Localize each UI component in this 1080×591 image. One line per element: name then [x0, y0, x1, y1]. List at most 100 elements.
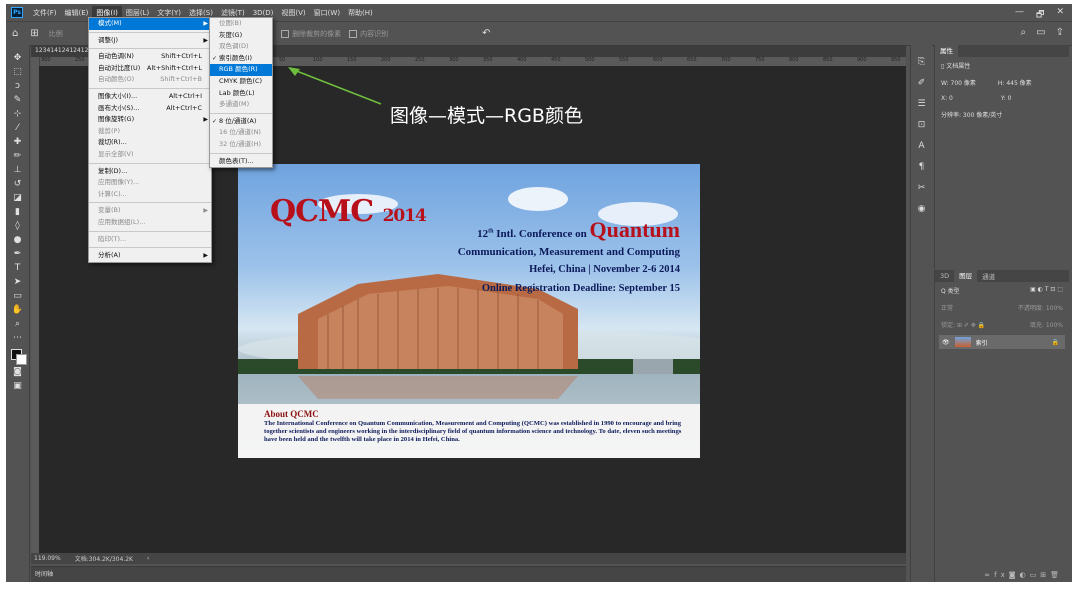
mode-menu-item[interactable]: CMYK 颜色(C): [210, 76, 272, 88]
timeline-tab[interactable]: 时间轴: [31, 566, 906, 582]
tab-channels[interactable]: 通道: [977, 271, 1000, 281]
shape-tool-icon[interactable]: ▭: [13, 291, 22, 301]
more-tools-icon[interactable]: ⋯: [13, 333, 22, 343]
image-menu-item[interactable]: 自动对比度(U) Alt+Shift+Ctrl+L: [89, 63, 211, 75]
app-logo-icon[interactable]: Ps: [11, 7, 23, 18]
layer-kind-filter[interactable]: Q 类型: [941, 286, 960, 295]
quick-select-tool-icon[interactable]: ✎: [14, 95, 22, 105]
dodge-tool-icon[interactable]: ●: [14, 235, 22, 245]
libraries-panel-icon[interactable]: ◉: [918, 204, 926, 214]
image-menu-item[interactable]: 自动色调(N) Shift+Ctrl+L: [89, 51, 211, 63]
image-menu-item[interactable]: 变量(B) ▶: [89, 205, 211, 217]
adjust-panel-icon[interactable]: ☰: [917, 99, 925, 109]
image-menu-item[interactable]: 计算(C)...: [89, 189, 211, 201]
healing-tool-icon[interactable]: ✚: [14, 137, 22, 147]
mode-menu-item[interactable]: ✓ 索引颜色(I): [210, 53, 272, 65]
menu-help[interactable]: 帮助(H): [344, 6, 377, 20]
mode-menu-item[interactable]: 颜色表(T)...: [210, 156, 272, 168]
search-icon[interactable]: ⌕: [1021, 27, 1027, 38]
content-aware-checkbox[interactable]: 内容识别: [349, 29, 388, 39]
move-tool-icon[interactable]: ✥: [14, 53, 22, 63]
image-menu-item[interactable]: 自动颜色(O) Shift+Ctrl+B: [89, 74, 211, 86]
blend-mode-select[interactable]: 正常: [941, 303, 953, 312]
mode-menu-item[interactable]: 位图(B): [210, 18, 272, 30]
y-value[interactable]: Y: 0: [1001, 95, 1012, 102]
tab-3d[interactable]: 3D: [935, 272, 954, 280]
menu-window[interactable]: 窗口(W): [310, 6, 344, 20]
image-menu-item[interactable]: 应用图像(Y)...: [89, 177, 211, 189]
menu-item-label: 调整(J): [98, 35, 118, 44]
scale-dropdown[interactable]: 比例: [49, 29, 63, 39]
height-value[interactable]: H: 445 像素: [998, 78, 1032, 87]
gradient-tool-icon[interactable]: ▮: [15, 207, 20, 217]
layer-row[interactable]: 👁 索引 🔒: [939, 335, 1065, 349]
pen-tool-icon[interactable]: ✒: [14, 249, 22, 259]
mode-menu-item[interactable]: 灰度(G): [210, 30, 272, 42]
image-menu-item[interactable]: 显示全部(V): [89, 149, 211, 161]
image-menu-item[interactable]: 裁剪(P): [89, 126, 211, 138]
panel-icon-strip: ⎘ ✐ ☰ ⊡ A ¶ ✂ ◉: [910, 45, 932, 582]
opacity-field[interactable]: 不透明度: 100%: [1018, 303, 1063, 312]
visibility-icon[interactable]: 👁: [942, 339, 950, 346]
hand-tool-icon[interactable]: ✋: [12, 305, 23, 315]
reset-icon[interactable]: ↶: [482, 28, 490, 39]
tab-properties[interactable]: 属性: [935, 45, 958, 57]
marquee-tool-icon[interactable]: ⬚: [13, 67, 22, 77]
paragraph-panel-icon[interactable]: ¶: [919, 162, 925, 172]
image-menu-item[interactable]: 陷印(T)...: [89, 234, 211, 246]
mode-menu-item[interactable]: 16 位/通道(N): [210, 127, 272, 139]
history-panel-icon[interactable]: ⎘: [918, 57, 925, 67]
delete-cropped-checkbox[interactable]: 删除裁剪的像素: [281, 29, 341, 39]
mode-menu-item[interactable]: 多通道(M): [210, 99, 272, 111]
zoom-level[interactable]: 119.09%: [34, 555, 61, 562]
image-menu-item[interactable]: 图像旋转(G) ▶: [89, 114, 211, 126]
type-tool-icon[interactable]: T: [15, 263, 21, 273]
tab-layers[interactable]: 图层: [954, 270, 978, 282]
path-select-icon[interactable]: ➤: [14, 277, 22, 287]
image-menu-item[interactable]: 模式(M) ▶: [89, 18, 211, 30]
zoom-tool-icon[interactable]: ⌕: [15, 319, 20, 329]
properties-panel-icon[interactable]: ⊡: [918, 120, 926, 130]
menu-item-label: 显示全部(V): [98, 149, 134, 158]
fill-field[interactable]: 填充: 100%: [1030, 320, 1063, 329]
tools-panel-icon[interactable]: ✂: [918, 183, 926, 193]
mode-menu-item[interactable]: RGB 颜色(R): [210, 64, 272, 76]
width-value[interactable]: W: 700 像素: [941, 78, 976, 87]
menu-item-label: 复制(D)...: [98, 166, 128, 175]
image-menu-item[interactable]: 分析(A) ▶: [89, 250, 211, 262]
image-menu-item[interactable]: 图像大小(I)... Alt+Ctrl+I: [89, 91, 211, 103]
history-brush-icon[interactable]: ↺: [14, 179, 22, 189]
image-menu-item[interactable]: 应用数据组(L)...: [89, 217, 211, 229]
brush-panel-icon[interactable]: ✐: [918, 78, 926, 88]
mode-menu-item[interactable]: Lab 颜色(L): [210, 88, 272, 100]
menu-view[interactable]: 视图(V): [277, 6, 309, 20]
status-arrow-icon[interactable]: ›: [147, 555, 149, 562]
color-swatches[interactable]: [10, 349, 27, 365]
image-menu-item[interactable]: 画布大小(S)... Alt+Ctrl+C: [89, 103, 211, 115]
lock-controls[interactable]: 锁定: ⊞ ✐ ✥ 🔒: [941, 320, 985, 329]
mode-menu-item[interactable]: 双色调(D): [210, 41, 272, 53]
crop-icon[interactable]: ⊹: [14, 109, 22, 119]
image-menu-item[interactable]: 裁切(R)...: [89, 137, 211, 149]
mode-submenu: 位图(B) 灰度(G) 双色调(D) ✓ 索引颜色(I) RGB 颜色(R) CMYK 颜色…: [209, 17, 273, 169]
brush-tool-icon[interactable]: ✏: [14, 151, 22, 161]
eraser-tool-icon[interactable]: ◪: [13, 193, 22, 203]
blur-tool-icon[interactable]: ◊: [15, 221, 19, 231]
menu-file[interactable]: 文件(F): [29, 6, 61, 20]
screen-mode-icon[interactable]: ▣: [13, 381, 22, 391]
filter-icons[interactable]: ▣ ◐ T ⊡ ⬚: [1030, 286, 1063, 295]
workspace-icon[interactable]: ▭: [1036, 27, 1045, 38]
share-icon[interactable]: ⇪: [1056, 27, 1064, 38]
quick-mask-icon[interactable]: ◙: [13, 367, 22, 377]
image-menu-item[interactable]: 调整(J) ▶: [89, 35, 211, 47]
crop-tool-icon[interactable]: ⊞: [30, 28, 38, 39]
character-panel-icon[interactable]: A: [918, 141, 924, 151]
x-value[interactable]: X: 0: [941, 95, 953, 102]
lasso-tool-icon[interactable]: ↄ: [15, 81, 20, 91]
eyedropper-tool-icon[interactable]: ⁄: [17, 123, 19, 133]
mode-menu-item[interactable]: ✓ 8 位/通道(A): [210, 116, 272, 128]
stamp-tool-icon[interactable]: ⊥: [14, 165, 22, 175]
image-menu-item[interactable]: 复制(D)...: [89, 166, 211, 178]
home-icon[interactable]: ⌂: [12, 28, 18, 39]
mode-menu-item[interactable]: 32 位/通道(H): [210, 139, 272, 151]
